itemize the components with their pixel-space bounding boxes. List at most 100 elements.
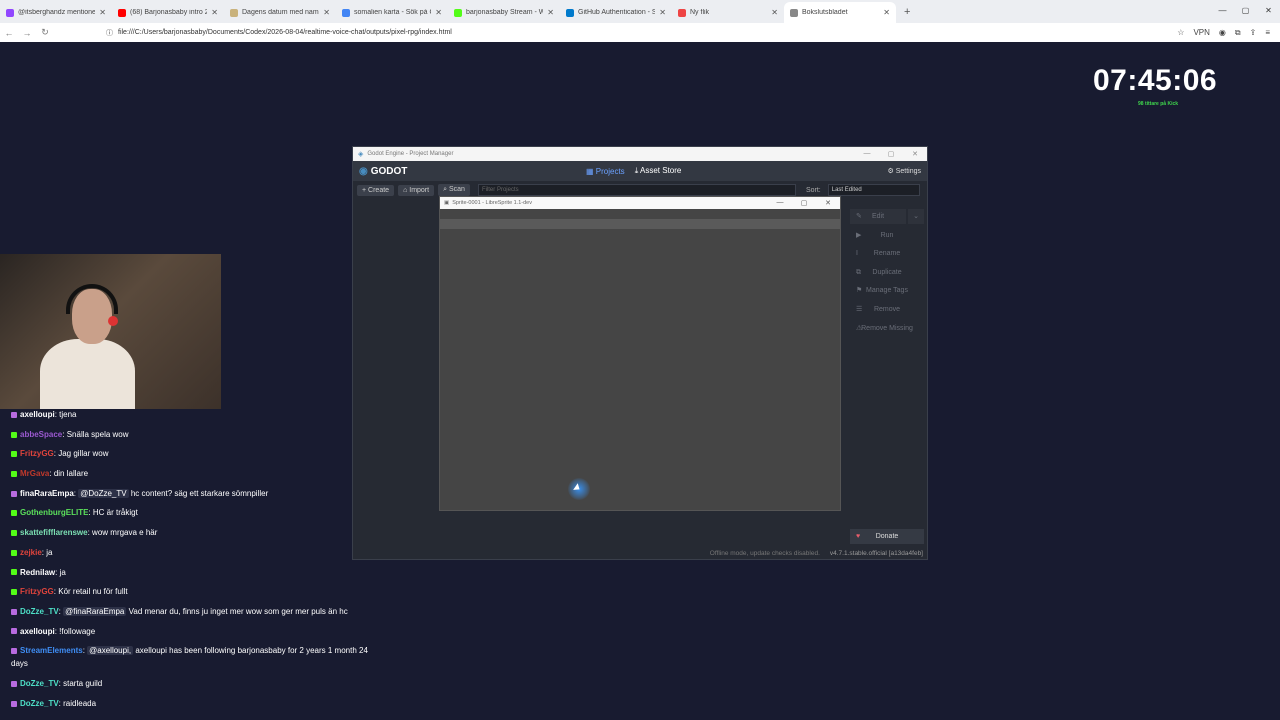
- chat-username[interactable]: Rednilaw: [20, 568, 55, 577]
- chat-username[interactable]: zejkie: [20, 548, 42, 557]
- scan-button[interactable]: ⌕ Scan: [438, 184, 470, 196]
- chat-message: StreamElements: @axelloupi, axelloupi ha…: [11, 646, 368, 669]
- reload-icon[interactable]: ↻: [36, 27, 54, 38]
- chat-username[interactable]: MrGava: [20, 469, 49, 478]
- chat-username[interactable]: FritzyGG: [20, 587, 54, 596]
- libresprite-minimize-icon[interactable]: —: [768, 199, 792, 207]
- browser-tab[interactable]: @itsberghandz mentioned y✕: [0, 2, 112, 23]
- minimize-icon[interactable]: —: [1211, 0, 1234, 22]
- chat-text: starta guild: [63, 678, 103, 688]
- tab-asset-store[interactable]: ⤓ Asset Store: [635, 166, 682, 176]
- toolbar-icons: ☆ VPN ◉ ⧉ ⇪ ≡: [1177, 28, 1270, 38]
- donate-button[interactable]: ♥ Donate: [850, 529, 924, 544]
- browser-tab[interactable]: somalien karta - Sök på Google ✕: [336, 2, 448, 23]
- chat-mention: @DoZze_TV: [78, 488, 129, 498]
- tab-projects[interactable]: ▦ Projects: [586, 167, 625, 176]
- tab-close-icon[interactable]: ✕: [771, 8, 778, 17]
- tab-close-icon[interactable]: ✕: [323, 8, 330, 17]
- godot-statusbar: Offline mode, update checks disabled. v4…: [710, 550, 923, 557]
- import-button[interactable]: ⌂ Import: [398, 184, 435, 196]
- sort-select[interactable]: Last Edited: [827, 184, 920, 196]
- chat-username[interactable]: GothenburgELITE: [20, 508, 88, 517]
- version-label[interactable]: v4.7.1.stable.official [a13da4feb]: [830, 550, 923, 557]
- browser-tab[interactable]: GitHub Authentication - Sign In✕: [560, 2, 672, 23]
- chat-badge-icon: [11, 510, 17, 517]
- chat-username[interactable]: skattefifflarenswe: [20, 528, 88, 537]
- tab-close-icon[interactable]: ✕: [211, 8, 218, 17]
- browser-tab[interactable]: Dagens datum med namnsdag ✕: [224, 2, 336, 23]
- libresprite-close-icon[interactable]: ✕: [816, 199, 840, 207]
- tab-close-icon[interactable]: ✕: [659, 8, 666, 17]
- libresprite-window-controls: — ▢ ✕: [768, 199, 840, 207]
- new-tab-button[interactable]: +: [896, 2, 918, 23]
- chat-username[interactable]: abbeSpace: [20, 430, 62, 439]
- chat-username[interactable]: DoZze_TV: [20, 607, 59, 616]
- chat-username[interactable]: DoZze_TV: [20, 699, 59, 708]
- browser-tab[interactable]: Bokslutsbladet ✕: [784, 2, 896, 23]
- duplicate-button[interactable]: ⧉ Duplicate: [850, 265, 924, 280]
- chat-badge-icon: [11, 680, 17, 687]
- chat-message: abbeSpace: Snälla spela wow: [0, 428, 380, 441]
- extensions-icon[interactable]: ⧉: [1235, 28, 1241, 38]
- chat-badge-icon: [11, 549, 17, 556]
- godot-maximize-icon[interactable]: ▢: [879, 150, 903, 158]
- chat-username[interactable]: axelloupi: [20, 627, 55, 636]
- chat-username[interactable]: DoZze_TV: [20, 679, 59, 688]
- share-icon[interactable]: ⇪: [1250, 28, 1257, 37]
- chat-username[interactable]: axelloupi: [20, 410, 55, 419]
- browser-tab[interactable]: barjonasbaby Stream - Watch L✕: [448, 2, 560, 23]
- stream-chat: axelloupi: tjena abbeSpace: Snälla spela …: [0, 408, 380, 716]
- tab-favicon-icon: [566, 8, 574, 17]
- tab-close-icon[interactable]: ✕: [547, 8, 554, 17]
- url-text[interactable]: file:///C:/Users/barjonasbaby/Documents/…: [118, 29, 452, 36]
- tab-favicon-icon: [454, 8, 462, 17]
- chat-username[interactable]: StreamElements: [20, 646, 83, 655]
- chat-badge-icon: [11, 700, 17, 707]
- tab-favicon-icon: [6, 8, 14, 17]
- browser-tab[interactable]: Ny flik ✕: [672, 2, 784, 23]
- browser-tab-bar: @itsberghandz mentioned y✕(68) Barjonasb…: [0, 0, 1280, 23]
- remove-missing-label: Remove Missing: [861, 324, 913, 332]
- godot-close-icon[interactable]: ✕: [903, 150, 927, 158]
- remove-label: Remove: [873, 305, 901, 313]
- tab-label: somalien karta - Sök på Google: [354, 9, 431, 16]
- close-icon[interactable]: ✕: [1257, 0, 1280, 22]
- libresprite-maximize-icon[interactable]: ▢: [792, 199, 816, 207]
- rename-button[interactable]: I Rename: [850, 246, 924, 261]
- maximize-icon[interactable]: ▢: [1234, 0, 1257, 22]
- libresprite-titlebar: ▣ Sprite-0001 - LibreSprite 1.1-dev — ▢ …: [440, 197, 840, 209]
- edit-icon: ✎: [856, 213, 862, 220]
- tab-favicon-icon: [118, 8, 126, 17]
- run-button[interactable]: ▶ Run: [850, 228, 924, 243]
- tab-close-icon[interactable]: ✕: [99, 8, 106, 17]
- remove-missing-button[interactable]: ⚠ Remove Missing: [850, 321, 924, 336]
- tab-label: @itsberghandz mentioned y: [18, 9, 96, 16]
- manage-tags-button[interactable]: ⚑ Manage Tags: [850, 283, 924, 298]
- remove-button[interactable]: ☰ Remove: [850, 302, 924, 317]
- wallet-icon[interactable]: ◉: [1219, 28, 1226, 37]
- window-controls: — ▢ ✕: [1211, 0, 1280, 22]
- godot-minimize-icon[interactable]: —: [855, 150, 879, 158]
- godot-main-tabs: ▦ Projects ⤓ Asset Store: [586, 161, 681, 181]
- project-actions-panel: ✎ Edit ⌄ ▶ Run I Rename ⧉ Duplicate ⚑ Manage Tags ☰…: [850, 209, 924, 339]
- chat-badge-icon: [11, 470, 17, 477]
- viewer-count: 98 tittare på Kick: [1138, 101, 1179, 107]
- chat-username[interactable]: finaRaraEmpa: [20, 489, 74, 498]
- tab-close-icon[interactable]: ✕: [435, 8, 442, 17]
- chat-text: Vad menar du, finns ju inget mer wow som…: [128, 606, 348, 616]
- tab-close-icon[interactable]: ✕: [883, 8, 890, 17]
- create-button[interactable]: + Create: [357, 184, 395, 196]
- url-field[interactable]: ⓘ file:///C:/Users/barjonasbaby/Document…: [106, 28, 1177, 38]
- forward-icon[interactable]: →: [18, 28, 36, 38]
- chat-username[interactable]: FritzyGG: [20, 449, 54, 458]
- edit-button[interactable]: ✎ Edit: [850, 209, 906, 224]
- back-icon[interactable]: ←: [0, 28, 18, 38]
- vpn-badge[interactable]: VPN: [1193, 28, 1209, 37]
- browser-tab[interactable]: (68) Barjonasbaby intro 2026?✕: [112, 2, 224, 23]
- menu-icon[interactable]: ≡: [1265, 28, 1270, 37]
- edit-dropdown-button[interactable]: ⌄: [908, 209, 924, 224]
- donate-label: Donate: [875, 533, 899, 540]
- settings-button[interactable]: ⚙ Settings: [887, 167, 921, 175]
- filter-projects-input[interactable]: Filter Projects: [477, 184, 796, 196]
- bookmark-star-icon[interactable]: ☆: [1177, 28, 1184, 37]
